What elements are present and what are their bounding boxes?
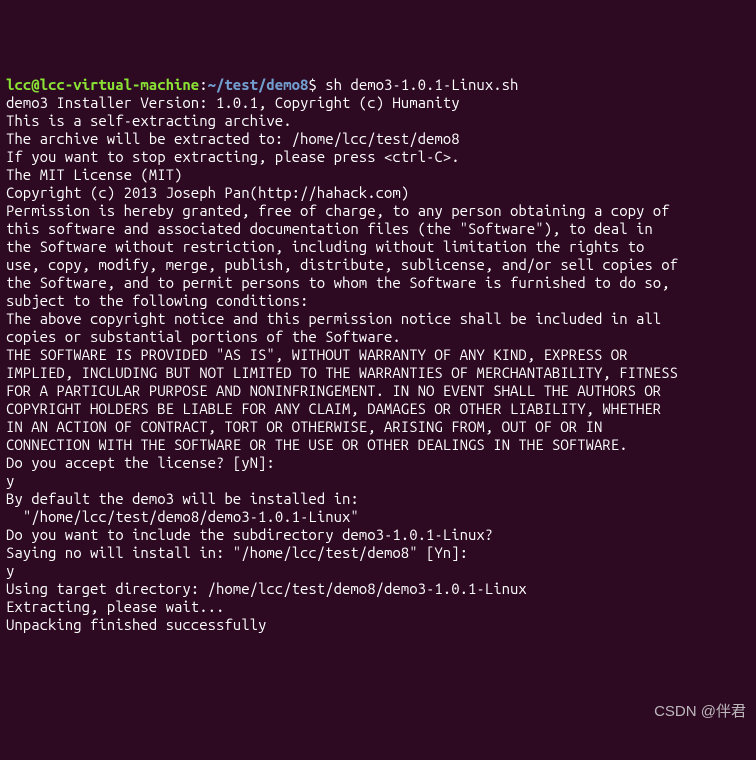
output-line: the Software without restriction, includ… — [6, 238, 750, 256]
output-line: If you want to stop extracting, please p… — [6, 148, 750, 166]
output-line: FOR A PARTICULAR PURPOSE AND NONINFRINGE… — [6, 382, 750, 400]
prompt-separator: : — [199, 76, 207, 93]
output-line: Extracting, please wait... — [6, 598, 750, 616]
output-line: this software and associated documentati… — [6, 220, 750, 238]
command-input[interactable]: sh demo3-1.0.1-Linux.sh — [325, 76, 518, 93]
output-line: CONNECTION WITH THE SOFTWARE OR THE USE … — [6, 436, 750, 454]
user-input[interactable]: y — [6, 472, 750, 490]
prompt-user: lcc@lcc-virtual-machine — [6, 76, 199, 93]
output-line: IMPLIED, INCLUDING BUT NOT LIMITED TO TH… — [6, 364, 750, 382]
output-line: subject to the following conditions: — [6, 292, 750, 310]
output-line: Do you want to include the subdirectory … — [6, 526, 750, 544]
output-line: Unpacking finished successfully — [6, 616, 750, 634]
output-line: THE SOFTWARE IS PROVIDED "AS IS", WITHOU… — [6, 346, 750, 364]
output-line: copies or substantial portions of the So… — [6, 328, 750, 346]
output-line: "/home/lcc/test/demo8/demo3-1.0.1-Linux" — [6, 508, 750, 526]
output-line: By default the demo3 will be installed i… — [6, 490, 750, 508]
output-line: Using target directory: /home/lcc/test/d… — [6, 580, 750, 598]
output-line: The above copyright notice and this perm… — [6, 310, 750, 328]
output-line: Saying no will install in: "/home/lcc/te… — [6, 544, 750, 562]
command-text — [317, 76, 325, 93]
terminal-area[interactable]: lcc@lcc-virtual-machine:~/test/demo8$ sh… — [6, 76, 750, 634]
output-line: demo3 Installer Version: 1.0.1, Copyrigh… — [6, 94, 750, 112]
output-line: Do you accept the license? [yN]: — [6, 454, 750, 472]
output-line: Copyright (c) 2013 Joseph Pan(http://hah… — [6, 184, 750, 202]
output-line: COPYRIGHT HOLDERS BE LIABLE FOR ANY CLAI… — [6, 400, 750, 418]
output-line: Permission is hereby granted, free of ch… — [6, 202, 750, 220]
prompt-line[interactable]: lcc@lcc-virtual-machine:~/test/demo8$ sh… — [6, 76, 750, 94]
watermark: CSDN @伴君 — [654, 703, 746, 721]
prompt-dollar: $ — [308, 76, 316, 93]
prompt-path: ~/test/demo8 — [208, 76, 309, 93]
output-line: This is a self-extracting archive. — [6, 112, 750, 130]
output-line: the Software, and to permit persons to w… — [6, 274, 750, 292]
output-line: The archive will be extracted to: /home/… — [6, 130, 750, 148]
user-input[interactable]: y — [6, 562, 750, 580]
output-line: The MIT License (MIT) — [6, 166, 750, 184]
output-line: IN AN ACTION OF CONTRACT, TORT OR OTHERW… — [6, 418, 750, 436]
output-line: use, copy, modify, merge, publish, distr… — [6, 256, 750, 274]
